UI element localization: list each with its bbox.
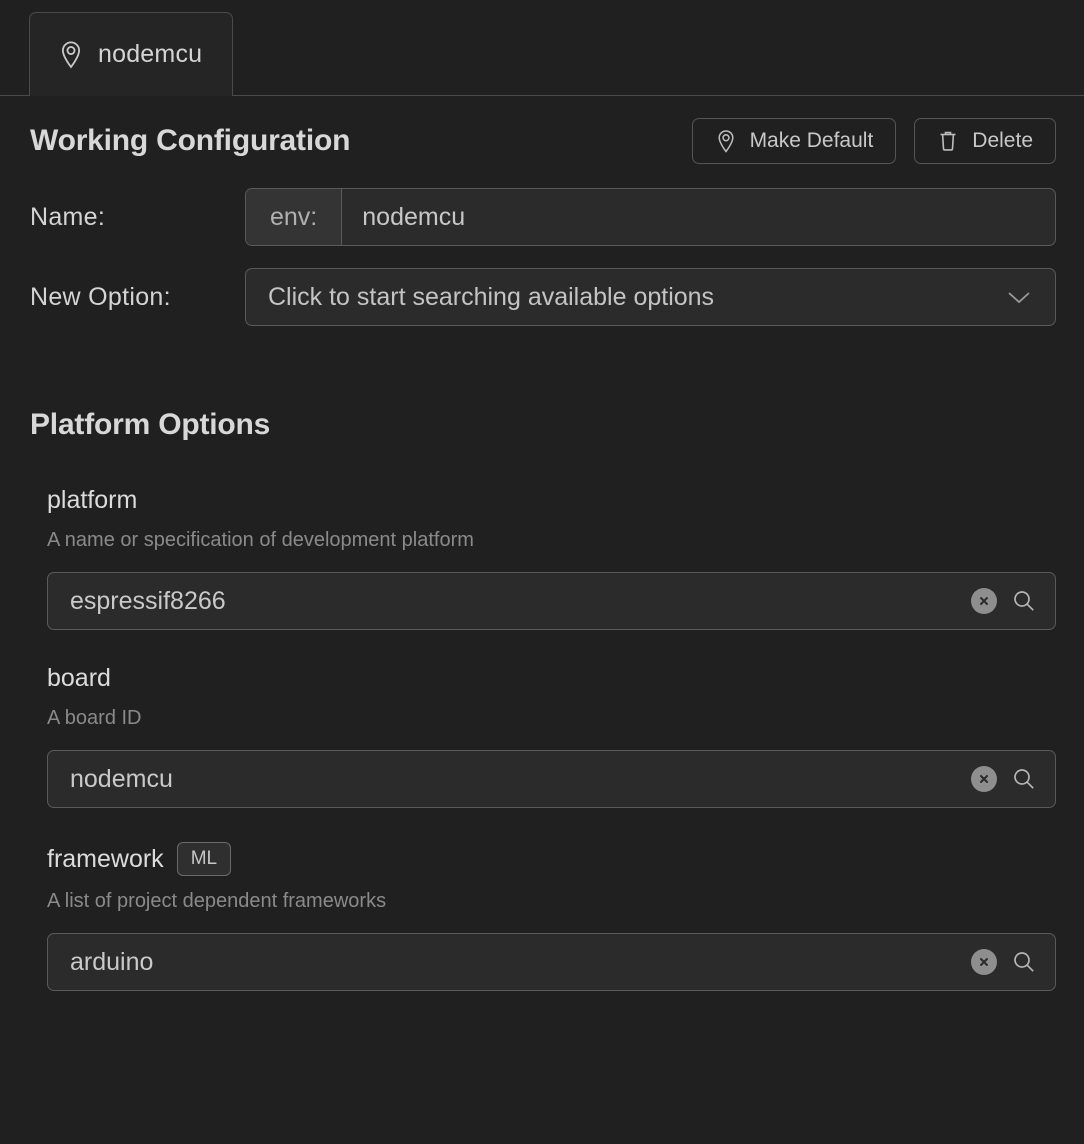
search-icon[interactable] — [1011, 766, 1037, 792]
name-row: Name: env: nodemcu — [30, 188, 1056, 246]
option-description: A name or specification of development p… — [47, 529, 474, 551]
option-value[interactable]: espressif8266 — [70, 587, 971, 616]
chevron-down-icon[interactable] — [1005, 288, 1033, 306]
platform-options-section: Platform Options platform A name or spec… — [0, 348, 1084, 991]
option-framework: framework ML A list of project dependent… — [30, 842, 1056, 991]
make-default-button[interactable]: Make Default — [691, 118, 897, 164]
configuration-form: Name: env: nodemcu New Option: Click to … — [0, 164, 1084, 326]
option-platform: platform A name or specification of deve… — [30, 486, 1056, 630]
make-default-label: Make Default — [749, 129, 874, 152]
name-field-group[interactable]: env: nodemcu — [245, 188, 1056, 246]
working-configuration-header: Working Configuration Make Default Delet… — [0, 96, 1084, 164]
option-name: board — [47, 664, 111, 692]
clear-icon[interactable] — [971, 766, 997, 792]
option-value[interactable]: nodemcu — [70, 765, 971, 794]
option-value-field[interactable]: arduino — [47, 933, 1056, 991]
tab-bar: nodemcu — [0, 0, 1084, 96]
delete-button[interactable]: Delete — [914, 118, 1056, 164]
option-name: framework — [47, 844, 164, 873]
new-option-label: New Option: — [30, 282, 171, 311]
field-icons — [971, 766, 1037, 792]
new-option-placeholder: Click to start searching available optio… — [268, 282, 715, 311]
field-icons — [971, 949, 1037, 975]
name-input[interactable]: nodemcu — [342, 189, 1055, 245]
search-icon[interactable] — [1011, 949, 1037, 975]
multiline-badge: ML — [176, 842, 232, 876]
page-title: Working Configuration — [30, 124, 351, 157]
option-description: A list of project dependent frameworks — [47, 890, 387, 912]
new-option-row: New Option: Click to start searching ava… — [30, 268, 1056, 326]
header-actions: Make Default Delete — [691, 118, 1056, 164]
map-pin-icon — [58, 40, 84, 70]
option-name-row: platform — [47, 486, 1056, 515]
option-name: platform — [47, 486, 138, 514]
field-icons — [971, 588, 1037, 614]
name-label: Name: — [30, 202, 106, 231]
option-value-field[interactable]: nodemcu — [47, 750, 1056, 808]
option-name-row: board — [47, 664, 1056, 693]
tab-nodemcu[interactable]: nodemcu — [29, 12, 234, 96]
option-name-row: framework ML — [47, 842, 1056, 876]
option-value[interactable]: arduino — [70, 948, 971, 977]
env-prefix: env: — [246, 189, 343, 245]
clear-icon[interactable] — [971, 949, 997, 975]
tab-label: nodemcu — [98, 40, 203, 68]
map-pin-icon — [715, 129, 737, 154]
option-description: A board ID — [47, 707, 142, 729]
new-option-select[interactable]: Click to start searching available optio… — [245, 268, 1056, 326]
trash-icon — [937, 129, 959, 153]
app-root: nodemcu Working Configuration Make Defau… — [0, 0, 1084, 1144]
delete-label: Delete — [972, 129, 1033, 152]
search-icon[interactable] — [1011, 588, 1037, 614]
option-value-field[interactable]: espressif8266 — [47, 572, 1056, 630]
clear-icon[interactable] — [971, 588, 997, 614]
platform-options-title: Platform Options — [30, 408, 271, 441]
option-board: board A board ID nodemcu — [30, 664, 1056, 808]
